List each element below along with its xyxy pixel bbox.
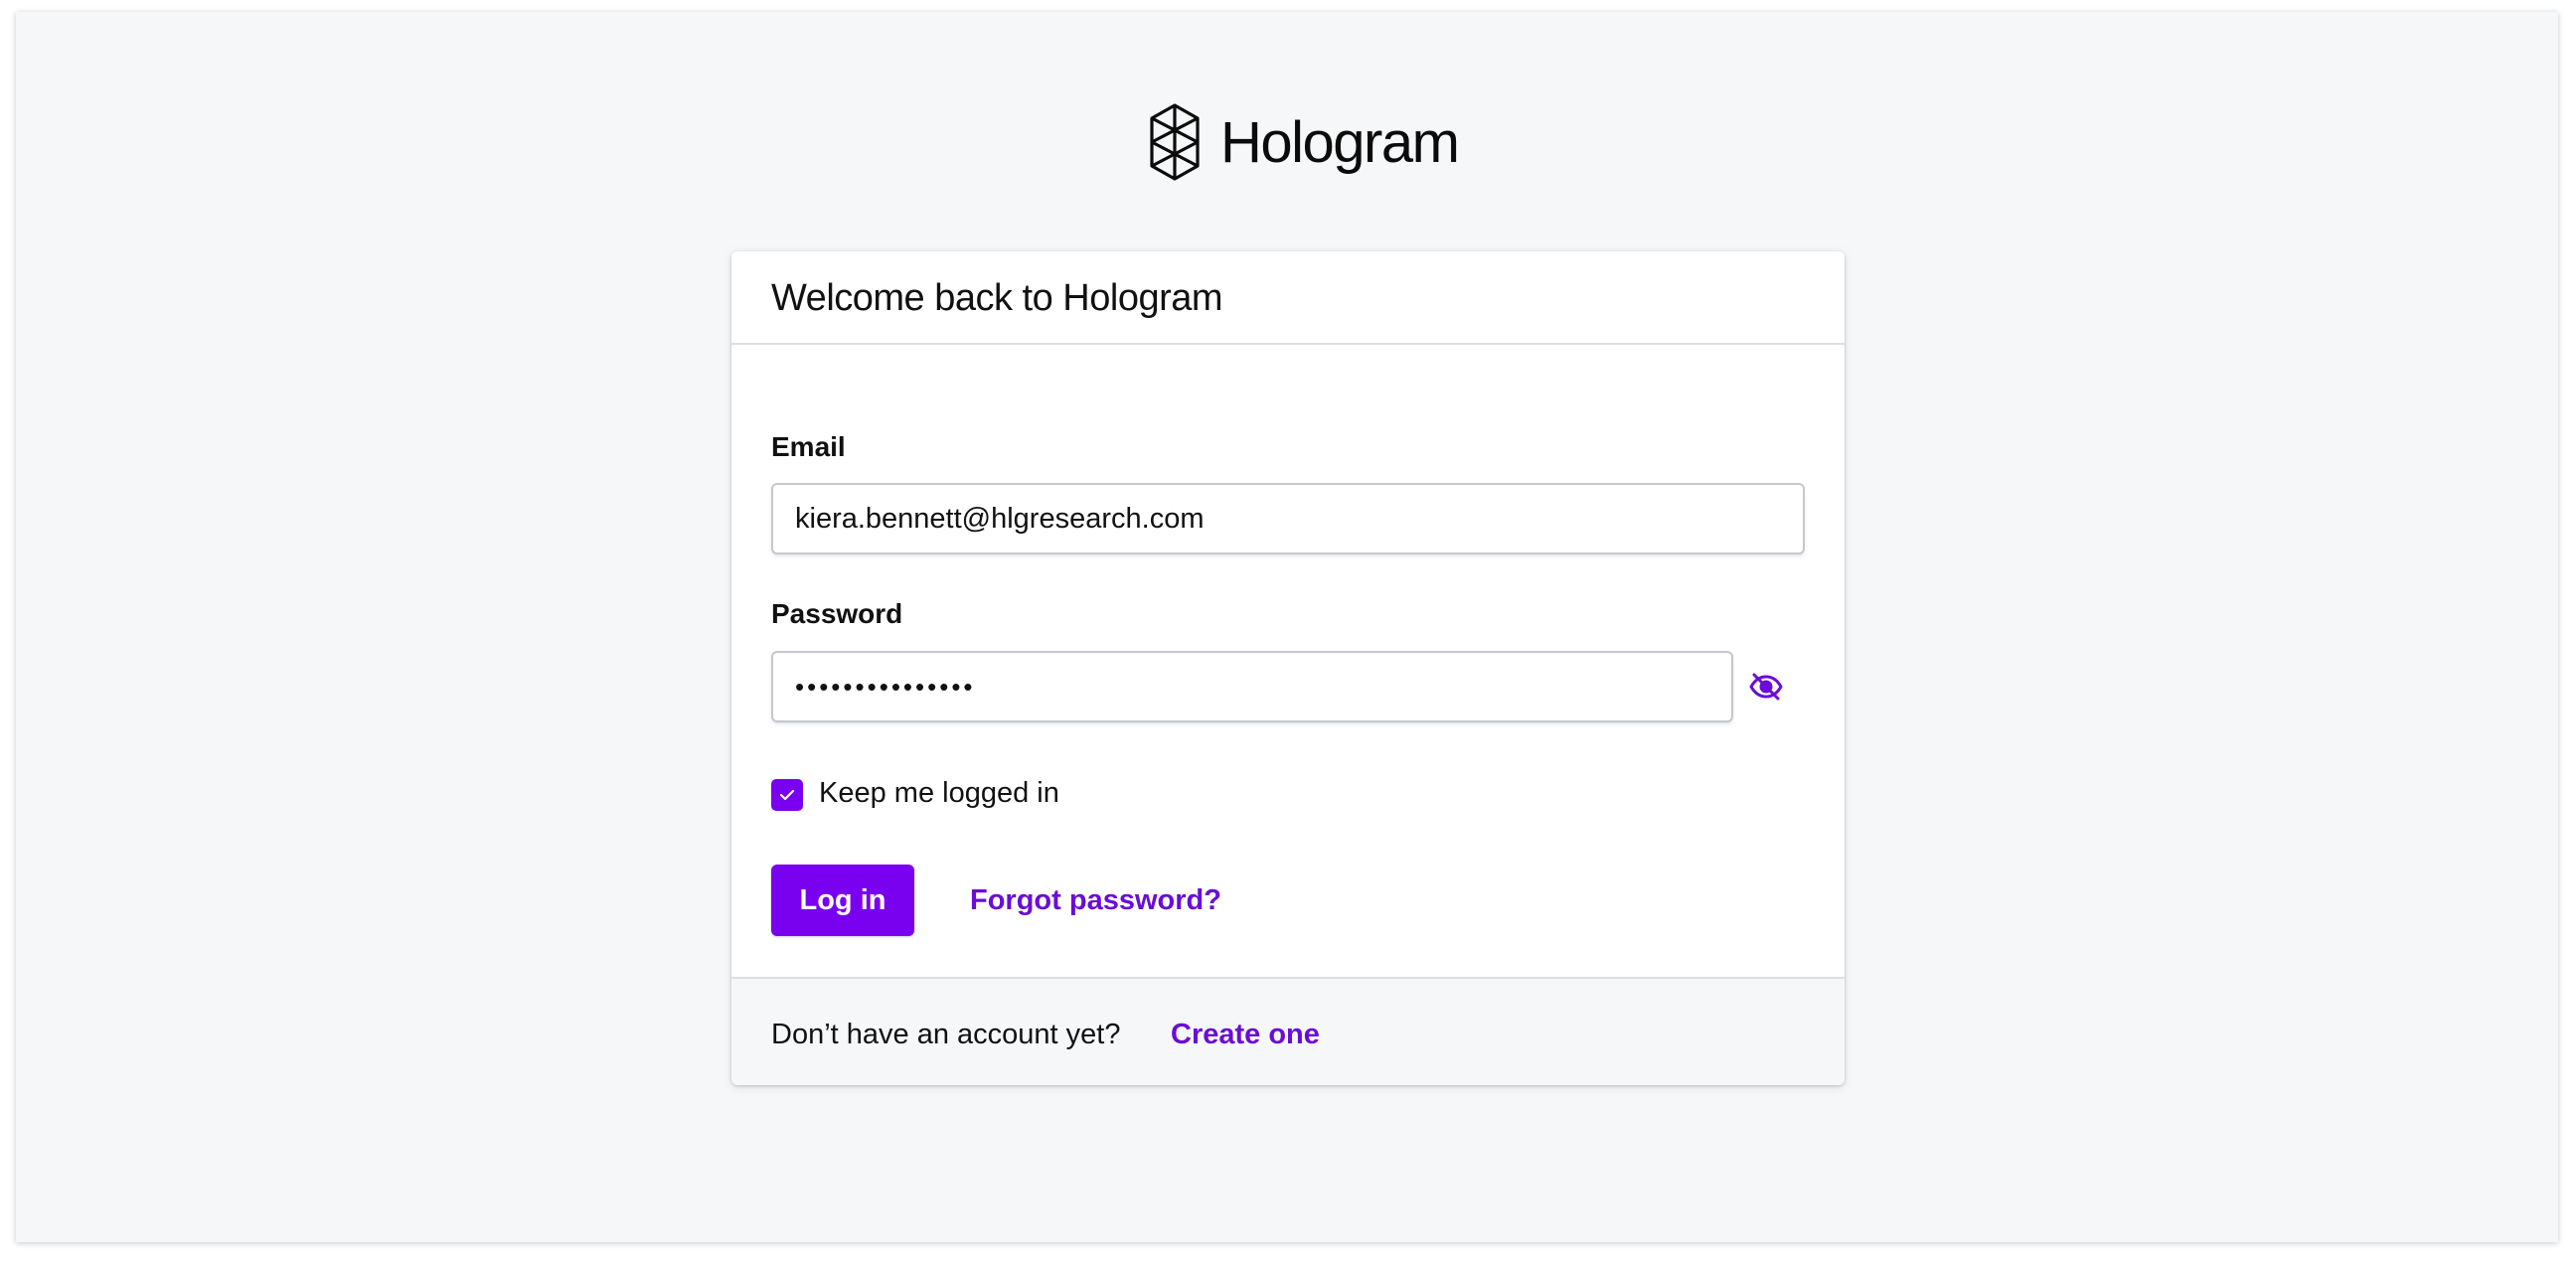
eye-slash-icon (1749, 673, 1783, 701)
email-value: kiera.bennett@hlgresearch.com (795, 502, 1205, 535)
card-footer: Don’t have an account yet? Create one (731, 977, 1845, 1085)
password-label: Password (771, 598, 903, 629)
login-button[interactable]: Log in (771, 865, 914, 936)
keep-logged-in-label[interactable]: Keep me logged in (819, 777, 1059, 810)
card-header: Welcome back to Hologram (731, 251, 1845, 345)
brand-name: Hologram (1220, 109, 1460, 175)
forgot-password-link[interactable]: Forgot password? (970, 884, 1221, 917)
card-title: Welcome back to Hologram (771, 277, 1223, 319)
password-value: ••••••••••••••• (795, 671, 976, 702)
email-label: Email (771, 431, 846, 462)
login-card: Welcome back to Hologram Email kiera.ben… (731, 251, 1845, 1085)
keep-logged-in-checkbox[interactable] (771, 779, 803, 811)
brand-logo: Hologram (1149, 99, 1460, 185)
hologram-logo-icon (1150, 103, 1200, 181)
checkmark-icon (779, 789, 795, 801)
email-field[interactable]: kiera.bennett@hlgresearch.com (771, 483, 1805, 554)
password-field[interactable]: ••••••••••••••• (771, 651, 1733, 722)
password-visibility-toggle[interactable] (1747, 668, 1785, 706)
page-background: Hologram Welcome back to Hologram Email … (16, 12, 2558, 1242)
signup-prompt: Don’t have an account yet? (771, 1019, 1121, 1050)
create-account-link[interactable]: Create one (1171, 1019, 1320, 1051)
